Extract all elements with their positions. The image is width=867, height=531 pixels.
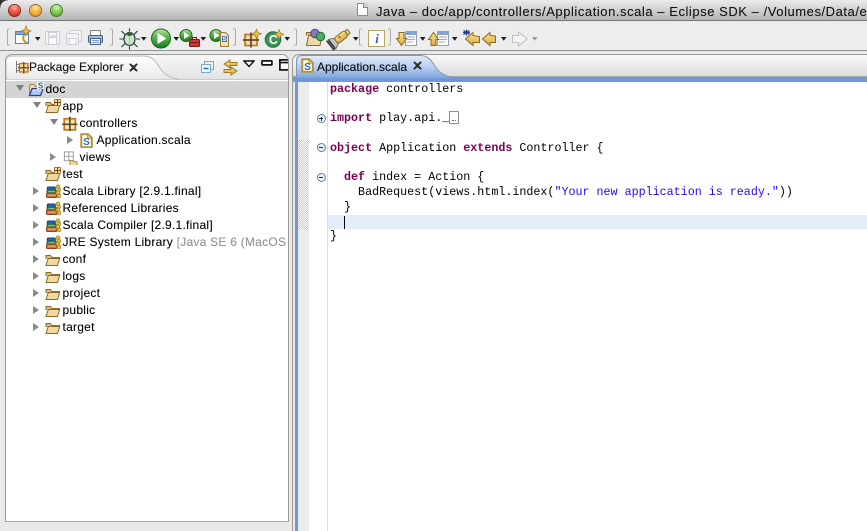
svg-text:i: i <box>375 31 379 46</box>
svg-text:S: S <box>222 37 226 43</box>
svg-text:S: S <box>304 62 311 73</box>
